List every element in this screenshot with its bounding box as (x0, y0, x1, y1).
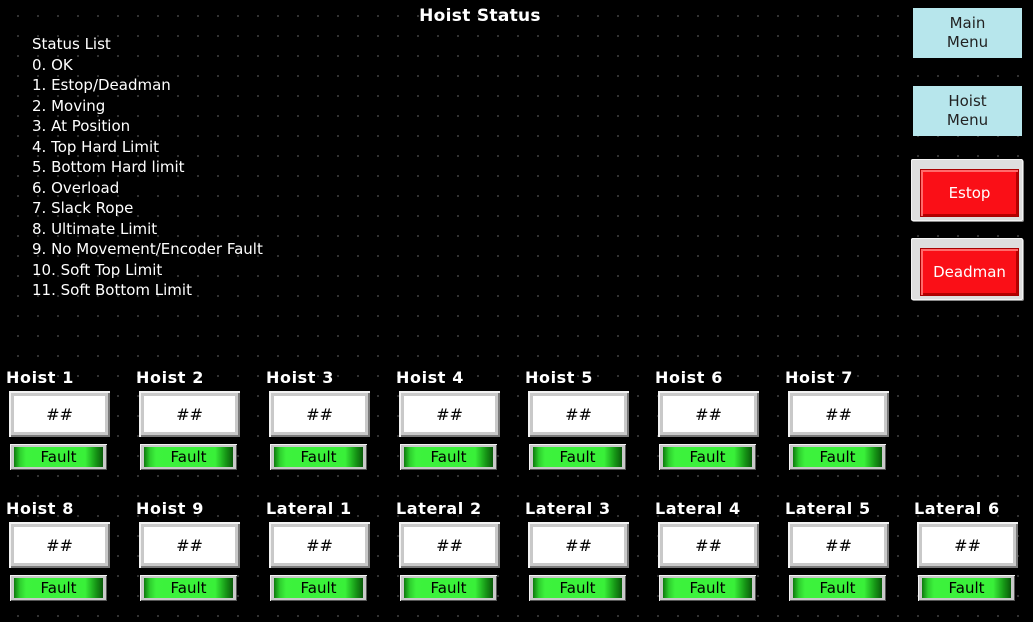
unit-label: Lateral 2 (396, 499, 482, 518)
fault-lamp: Fault (274, 447, 363, 467)
status-value: ## (404, 396, 495, 432)
fault-lamp: Fault (922, 578, 1011, 598)
unit-label: Hoist 9 (136, 499, 204, 518)
status-value: ## (793, 396, 884, 432)
fault-lamp: Fault (663, 578, 752, 598)
fault-indicator: Fault (10, 575, 107, 601)
unit-label: Lateral 4 (655, 499, 741, 518)
fault-indicator: Fault (270, 444, 367, 470)
unit-label: Hoist 4 (396, 368, 464, 387)
unit-label: Lateral 5 (785, 499, 871, 518)
fault-indicator: Fault (400, 444, 497, 470)
fault-indicator: Fault (789, 444, 886, 470)
fault-indicator: Fault (918, 575, 1015, 601)
status-value: ## (404, 527, 495, 563)
status-value-field: ## (658, 522, 759, 568)
status-value: ## (274, 396, 365, 432)
status-list-item: 5. Bottom Hard limit (32, 158, 185, 176)
status-value-field: ## (788, 522, 889, 568)
status-list-item: 0. OK (32, 55, 73, 74)
fault-indicator: Fault (140, 575, 237, 601)
status-value-field: ## (399, 391, 500, 437)
status-list-item: 9. No Movement/Encoder Fault (32, 240, 263, 258)
estop-button[interactable]: Estop (920, 169, 1019, 217)
status-value: ## (663, 396, 754, 432)
status-value: ## (922, 527, 1013, 563)
fault-lamp: Fault (793, 578, 882, 598)
status-list-item: 2. Moving (32, 96, 106, 115)
status-value: ## (144, 396, 235, 432)
fault-indicator: Fault (10, 444, 107, 470)
fault-lamp: Fault (533, 578, 622, 598)
fault-indicator: Fault (789, 575, 886, 601)
main-menu-button[interactable]: Main Menu (913, 8, 1022, 58)
status-list-item: 1. Estop/Deadman (32, 76, 171, 94)
status-list-item: 7. Slack Rope (32, 199, 134, 217)
status-value-field: ## (269, 391, 370, 437)
page-title: Hoist Status (419, 6, 541, 26)
status-value-field: ## (269, 522, 370, 568)
fault-indicator: Fault (659, 444, 756, 470)
status-value: ## (14, 527, 105, 563)
deadman-button[interactable]: Deadman (920, 248, 1019, 296)
fault-indicator: Fault (270, 575, 367, 601)
status-list-heading: Status List (32, 35, 111, 53)
fault-lamp: Fault (274, 578, 363, 598)
status-list-item: 8. Ultimate Limit (32, 219, 158, 238)
unit-label: Hoist 7 (785, 368, 853, 387)
unit-label: Hoist 2 (136, 368, 204, 387)
fault-indicator: Fault (529, 575, 626, 601)
status-value: ## (144, 527, 235, 563)
status-value: ## (274, 527, 365, 563)
fault-lamp: Fault (14, 447, 103, 467)
fault-lamp: Fault (533, 447, 622, 467)
hoist-menu-button[interactable]: Hoist Menu (913, 86, 1022, 136)
status-value-field: ## (9, 522, 110, 568)
unit-label: Lateral 1 (266, 499, 352, 518)
status-list-item: 11. Soft Bottom Limit (32, 281, 192, 299)
fault-indicator: Fault (659, 575, 756, 601)
fault-indicator: Fault (140, 444, 237, 470)
fault-lamp: Fault (793, 447, 882, 467)
fault-lamp: Fault (144, 578, 233, 598)
status-value-field: ## (788, 391, 889, 437)
status-value-field: ## (528, 391, 629, 437)
status-value-field: ## (528, 522, 629, 568)
status-value-field: ## (658, 391, 759, 437)
unit-label: Hoist 1 (6, 368, 74, 387)
status-value: ## (14, 396, 105, 432)
status-list-item: 3. At Position (32, 117, 131, 135)
status-value: ## (663, 527, 754, 563)
fault-lamp: Fault (14, 578, 103, 598)
status-value-field: ## (139, 522, 240, 568)
status-value-field: ## (139, 391, 240, 437)
status-list-item: 4. Top Hard Limit (32, 137, 160, 156)
status-value-field: ## (917, 522, 1018, 568)
status-list-item: 6. Overload (32, 178, 120, 197)
unit-label: Hoist 6 (655, 368, 723, 387)
status-value: ## (533, 396, 624, 432)
fault-lamp: Fault (404, 578, 493, 598)
status-list: Status List 0. OK 1. Estop/Deadman 2. Mo… (32, 34, 263, 301)
fault-lamp: Fault (144, 447, 233, 467)
fault-indicator: Fault (400, 575, 497, 601)
fault-indicator: Fault (529, 444, 626, 470)
status-value: ## (793, 527, 884, 563)
unit-label: Hoist 3 (266, 368, 334, 387)
fault-lamp: Fault (404, 447, 493, 467)
fault-lamp: Fault (663, 447, 752, 467)
unit-label: Hoist 8 (6, 499, 74, 518)
status-value: ## (533, 527, 624, 563)
deadman-button-frame: Deadman (911, 238, 1023, 300)
status-value-field: ## (9, 391, 110, 437)
unit-label: Lateral 6 (914, 499, 1000, 518)
estop-button-frame: Estop (911, 159, 1023, 221)
unit-label: Lateral 3 (525, 499, 611, 518)
status-list-item: 10. Soft Top Limit (32, 260, 163, 279)
status-value-field: ## (399, 522, 500, 568)
unit-label: Hoist 5 (525, 368, 593, 387)
